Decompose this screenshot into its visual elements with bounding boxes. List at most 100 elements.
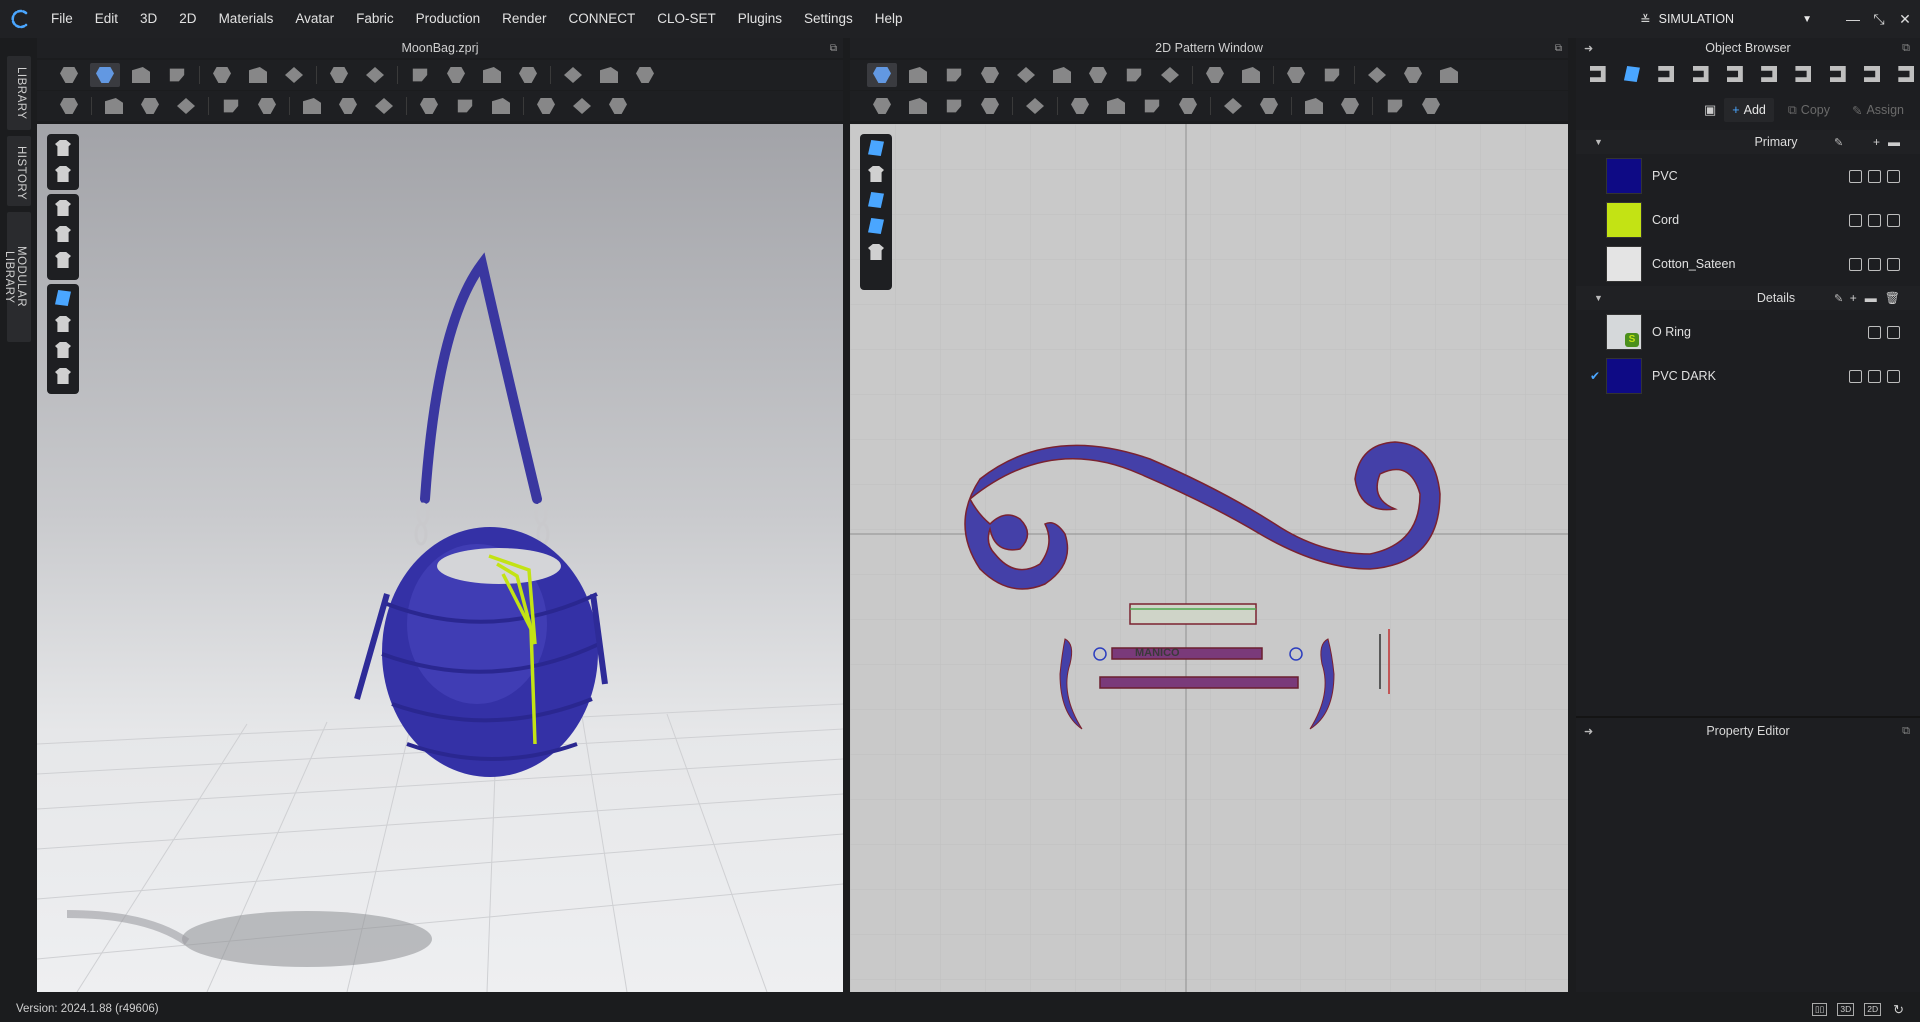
info-icon[interactable] <box>866 190 886 210</box>
apply-icon[interactable] <box>1849 213 1862 227</box>
garment-display-icon[interactable] <box>53 164 73 184</box>
duplicate-icon[interactable] <box>1868 213 1881 227</box>
group-primary[interactable]: ▼ Primary ✎ + ▬ <box>1576 130 1920 154</box>
menu-avatar[interactable]: Avatar <box>284 0 345 38</box>
button-tool-icon[interactable] <box>594 63 624 87</box>
grading-icon[interactable] <box>1362 63 1392 87</box>
split-view-icon[interactable]: ▯▯ <box>1811 1002 1828 1016</box>
view2d-viewport[interactable]: MANICO <box>850 124 1568 992</box>
menu-2d[interactable]: 2D <box>168 0 207 38</box>
refresh-icon[interactable]: ↻ <box>1891 1003 1906 1016</box>
view-2d-button[interactable]: 2D <box>1864 1002 1882 1016</box>
close-icon[interactable]: ✕ <box>1894 11 1916 28</box>
apply-icon[interactable] <box>1849 369 1862 383</box>
transform-tool-icon[interactable] <box>162 63 192 87</box>
view3d-viewport[interactable] <box>37 124 843 992</box>
rectangle-icon[interactable] <box>1011 63 1041 87</box>
duplicate-icon[interactable] <box>1868 169 1881 183</box>
fabric-item-cord[interactable]: Cord <box>1576 198 1920 242</box>
duplicate-icon[interactable] <box>1868 369 1881 383</box>
piping-icon[interactable] <box>567 94 597 118</box>
add-button[interactable]: + Add <box>1724 98 1774 122</box>
tab-library[interactable]: LIBRARY <box>7 56 31 130</box>
sewing-icon[interactable] <box>867 94 897 118</box>
shrink-tool-icon[interactable] <box>441 63 471 87</box>
shirt-2d-icon[interactable] <box>1137 94 1167 118</box>
stitch-icon[interactable] <box>450 94 480 118</box>
tab-history[interactable]: HISTORY <box>7 136 31 206</box>
zipper-tab-icon[interactable] <box>1824 62 1851 86</box>
pencil-icon[interactable]: ✎ <box>1834 136 1843 149</box>
popout-icon[interactable]: ⧉ <box>1555 43 1562 54</box>
fabric-item-pvc-dark[interactable]: ✔ PVC DARK <box>1576 354 1920 398</box>
text-annotation-icon[interactable] <box>1281 63 1311 87</box>
fabric-item-pvc[interactable]: PVC <box>1576 154 1920 198</box>
folder-icon[interactable]: ▬ <box>1865 291 1877 305</box>
garment-fit-icon[interactable] <box>333 94 363 118</box>
grab-tool-icon[interactable] <box>54 63 84 87</box>
popout-icon[interactable]: ⧉ <box>1902 725 1910 738</box>
light-icon[interactable] <box>53 340 73 360</box>
apply-icon[interactable] <box>1849 169 1862 183</box>
add-fabric-icon[interactable]: + <box>1873 135 1880 149</box>
shirt-icon[interactable] <box>53 198 73 218</box>
fold-tool-icon[interactable] <box>243 63 273 87</box>
pencil-icon[interactable]: ✎ <box>1834 292 1843 305</box>
graphic-2d-icon[interactable] <box>1101 94 1131 118</box>
segment-topstitch-icon[interactable] <box>1254 94 1284 118</box>
segment-icon[interactable] <box>1236 63 1266 87</box>
pattern-select-icon[interactable] <box>866 138 886 158</box>
assign-button[interactable]: ✎ Assign <box>1844 98 1912 122</box>
menu-plugins[interactable]: Plugins <box>727 0 793 38</box>
group-details[interactable]: ▼ Details ✎ + ▬ 🗑 <box>1576 286 1920 310</box>
steam-tool-icon[interactable] <box>405 63 435 87</box>
view-3d-button[interactable]: 3D <box>1837 1002 1855 1016</box>
check-sewing-icon[interactable] <box>975 94 1005 118</box>
pin-avatar-icon[interactable] <box>252 94 282 118</box>
popout-icon[interactable]: ⧉ <box>1902 42 1910 55</box>
select-mesh-tool-icon[interactable] <box>126 63 156 87</box>
duplicate-icon[interactable] <box>1868 257 1881 271</box>
fabric-render-icon[interactable] <box>53 288 73 308</box>
text-edit-icon[interactable] <box>1317 63 1347 87</box>
menu-render[interactable]: Render <box>491 0 557 38</box>
select-move-tool-icon[interactable] <box>90 63 120 87</box>
avatar-pose-icon[interactable] <box>54 94 84 118</box>
replace-icon[interactable] <box>1887 257 1900 271</box>
menu-clo-set[interactable]: CLO-SET <box>646 0 727 38</box>
scene-tab-icon[interactable] <box>1584 62 1611 86</box>
menu-edit[interactable]: Edit <box>84 0 129 38</box>
edit-curve-icon[interactable] <box>939 63 969 87</box>
fold-arrangement-icon[interactable] <box>1020 94 1050 118</box>
garment-tool-icon[interactable] <box>207 63 237 87</box>
replace-icon[interactable] <box>1887 169 1900 183</box>
replace-icon[interactable] <box>1887 369 1900 383</box>
tab-modular-library[interactable]: MODULAR LIBRARY <box>3 212 31 342</box>
graphic-icon[interactable] <box>603 94 633 118</box>
buttonhole-tab-icon[interactable] <box>1721 62 1748 86</box>
restore-icon[interactable]: ⤡ <box>1868 11 1890 28</box>
trim-tab-icon[interactable] <box>1858 62 1885 86</box>
menu-3d[interactable]: 3D <box>129 0 168 38</box>
avatar-display-icon[interactable] <box>53 138 73 158</box>
replace-icon[interactable] <box>1887 325 1900 339</box>
replace-icon[interactable] <box>1887 213 1900 227</box>
free-sewing-icon[interactable] <box>939 94 969 118</box>
button-tab-icon[interactable] <box>1687 62 1714 86</box>
fitting-suit-icon[interactable] <box>216 94 246 118</box>
topstitch-tab-icon[interactable] <box>1755 62 1782 86</box>
minimize-icon[interactable]: — <box>1842 11 1864 27</box>
fabric-item-cotton-sateen[interactable]: Cotton_Sateen <box>1576 242 1920 286</box>
expand-triangle-icon[interactable]: ▼ <box>1594 293 1603 303</box>
folder-icon[interactable]: ▣ <box>1704 102 1716 118</box>
fabric-2d-icon[interactable] <box>866 216 886 236</box>
texture-icon[interactable] <box>53 224 73 244</box>
menu-settings[interactable]: Settings <box>793 0 864 38</box>
popout-icon[interactable]: ⧉ <box>830 43 837 54</box>
segment-sewing-icon[interactable] <box>903 94 933 118</box>
avatar-icon[interactable] <box>53 250 73 270</box>
collapse-arrow-icon[interactable]: ➜ <box>1584 725 1593 738</box>
pen-icon[interactable] <box>1398 63 1428 87</box>
dart-icon[interactable] <box>1155 63 1185 87</box>
strap-tool-icon[interactable] <box>558 63 588 87</box>
